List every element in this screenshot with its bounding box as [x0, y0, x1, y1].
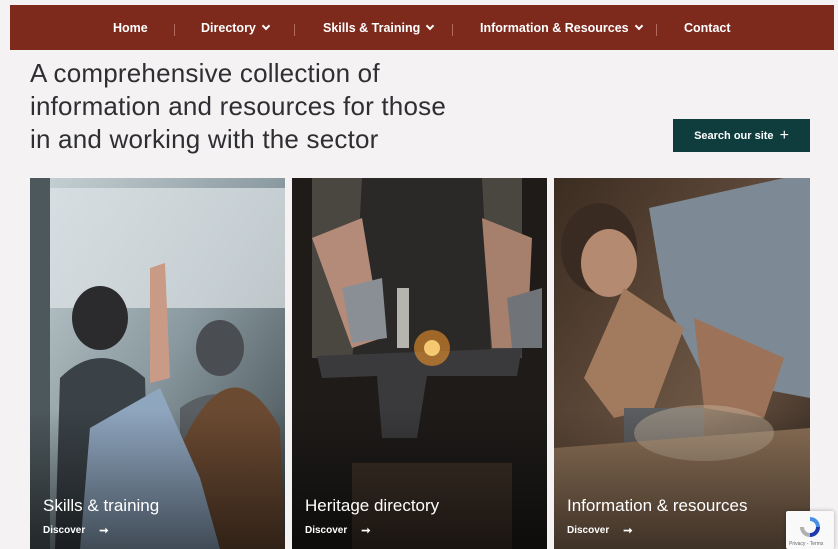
nav-label: Contact — [684, 20, 731, 35]
nav-label: Skills & Training — [323, 20, 421, 35]
headline-line: in and working with the sector — [30, 124, 379, 154]
nav-separator — [452, 24, 453, 36]
card-information-resources[interactable]: Information & resources Discover ➞ — [554, 178, 810, 549]
card-title: Skills & training — [43, 496, 160, 515]
main-navigation: Home Directory Skills & Training Informa… — [10, 5, 834, 50]
discover-link[interactable]: Discover ➞ — [567, 524, 632, 537]
arrow-right-icon: ➞ — [623, 525, 633, 537]
chevron-down-icon — [426, 21, 435, 30]
card-title: Heritage directory — [305, 496, 440, 515]
nav-item-contact[interactable]: Contact — [684, 5, 731, 50]
headline-line: information and resources for those — [30, 91, 446, 121]
nav-label: Directory — [201, 20, 256, 35]
chevron-down-icon — [261, 21, 271, 30]
nav-separator — [656, 24, 657, 36]
recaptcha-badge[interactable]: Privacy - Terms — [786, 511, 834, 549]
nav-item-information-resources[interactable]: Information & Resources — [480, 5, 643, 50]
nav-label: Information & Resources — [480, 20, 629, 35]
discover-label: Discover — [305, 525, 348, 536]
card-skills-training[interactable]: Skills & training Discover ➞ — [30, 178, 285, 549]
search-button-label: Search our site — [694, 129, 774, 142]
recaptcha-text[interactable]: Privacy - Terms — [789, 541, 823, 547]
nav-separator — [174, 24, 175, 36]
nav-separator — [294, 24, 295, 36]
page-headline: A comprehensive collection of informatio… — [30, 57, 510, 156]
nav-item-directory[interactable]: Directory — [201, 5, 271, 50]
nav-item-home[interactable]: Home — [113, 5, 148, 50]
headline-line: A comprehensive collection of — [30, 58, 380, 88]
discover-label: Discover — [567, 525, 610, 536]
plus-icon: + — [779, 126, 789, 144]
arrow-right-icon: ➞ — [361, 525, 371, 537]
arrow-right-icon: ➞ — [99, 525, 109, 537]
search-site-button[interactable]: Search our site + — [673, 119, 810, 152]
card-heritage-directory[interactable]: Heritage directory Discover ➞ — [292, 178, 547, 549]
discover-label: Discover — [43, 525, 86, 536]
card-title: Information & resources — [567, 496, 748, 515]
discover-link[interactable]: Discover ➞ — [43, 524, 108, 537]
chevron-down-icon — [634, 21, 643, 30]
discover-link[interactable]: Discover ➞ — [305, 524, 370, 537]
nav-label: Home — [113, 20, 148, 35]
recaptcha-icon — [800, 517, 820, 537]
nav-item-skills-training[interactable]: Skills & Training — [323, 5, 435, 50]
